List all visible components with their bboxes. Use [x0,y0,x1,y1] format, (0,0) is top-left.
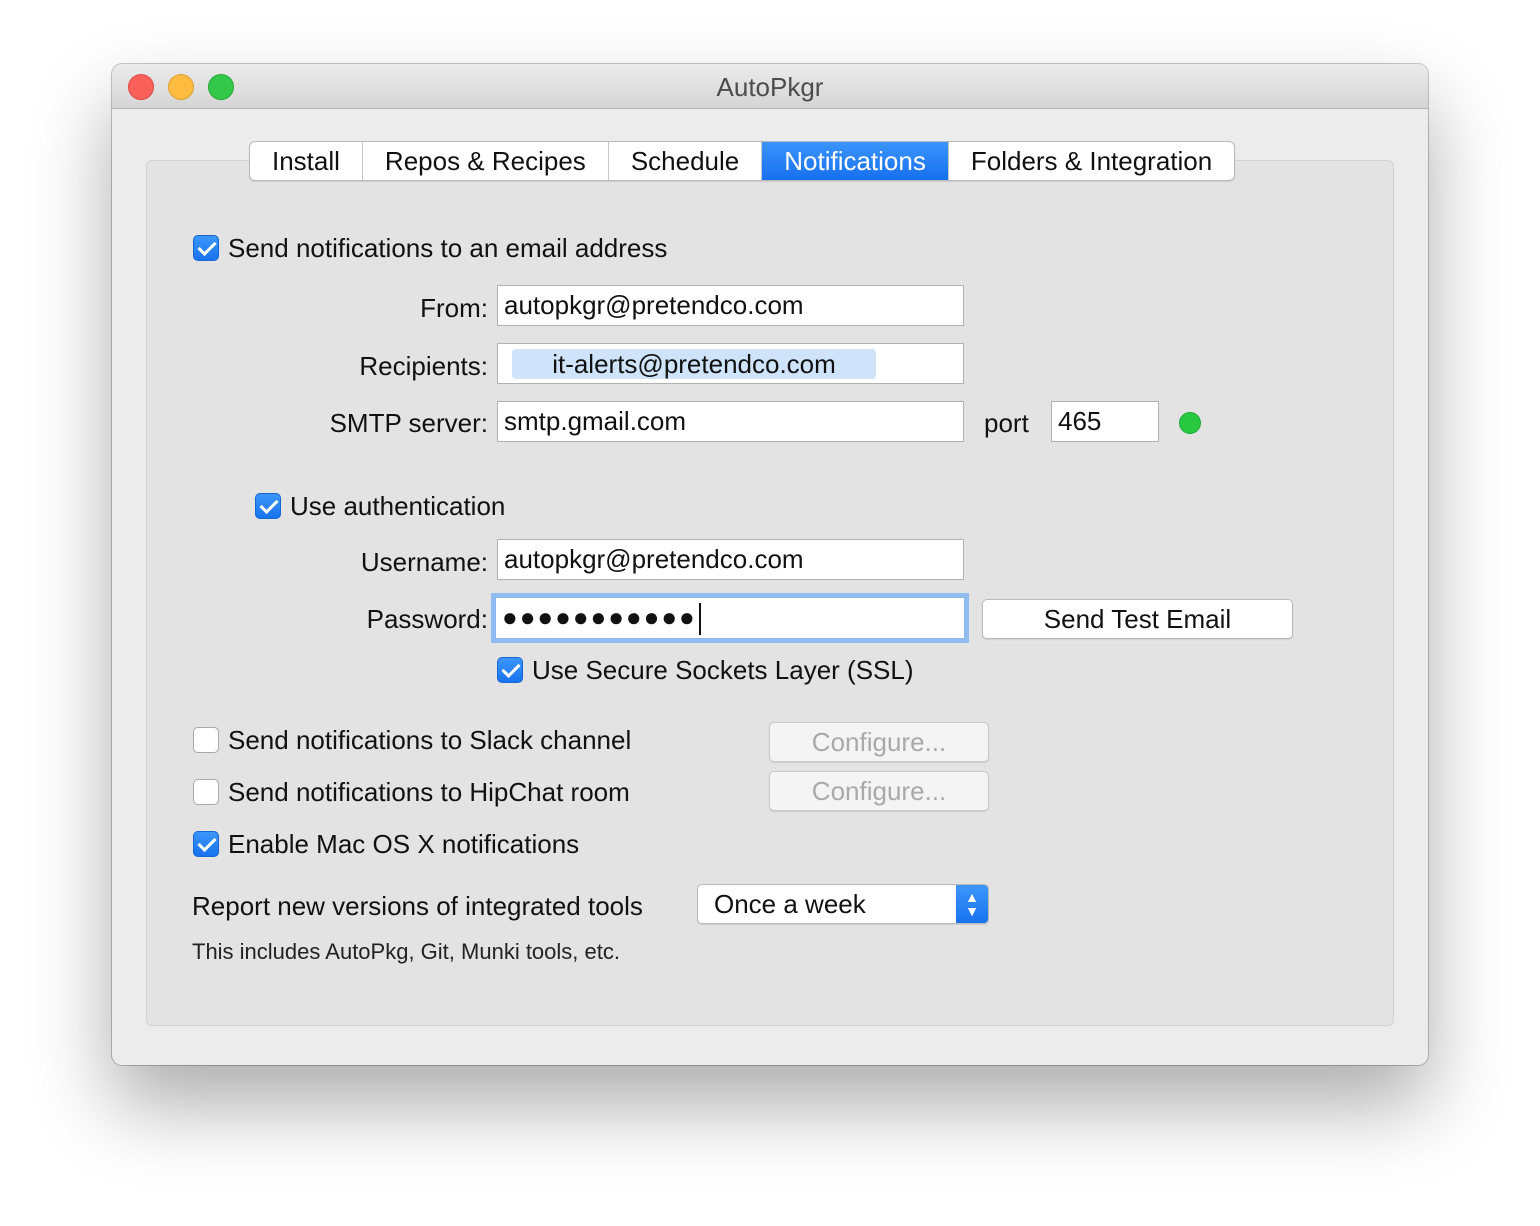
use-authentication-label: Use authentication [290,491,506,521]
password-label: Password: [366,604,488,634]
use-authentication-checkbox[interactable] [255,493,281,519]
from-label: From: [420,293,488,323]
report-versions-note: This includes AutoPkg, Git, Munki tools,… [192,939,620,964]
from-field[interactable]: autopkgr@pretendco.com [497,285,964,326]
port-field[interactable]: 465 [1051,401,1159,442]
macos-notifications-label: Enable Mac OS X notifications [228,829,580,859]
username-label: Username: [360,547,488,577]
app-window: AutoPkgr Install Repos & Recipes Schedul… [112,64,1428,1065]
email-notifications-label: Send notifications to an email address [228,233,668,263]
hipchat-configure-button[interactable]: Configure... [769,771,989,811]
smtp-server-field[interactable]: smtp.gmail.com [497,401,964,442]
smtp-status-indicator [1179,412,1201,434]
text-caret [698,603,701,636]
tab-schedule[interactable]: Schedule [609,142,763,180]
tab-install[interactable]: Install [250,142,363,180]
report-frequency-popup[interactable]: Once a week ▲ ▼ [697,884,989,924]
slack-configure-button[interactable]: Configure... [769,722,989,762]
report-frequency-value: Once a week [714,889,866,919]
tab-notifications[interactable]: Notifications [762,142,949,180]
tab-folders-integration[interactable]: Folders & Integration [949,142,1234,180]
ssl-label: Use Secure Sockets Layer (SSL) [532,655,914,685]
recipients-token-field[interactable]: it-alerts@pretendco.com [497,343,964,384]
email-notifications-checkbox[interactable] [193,235,219,261]
hipchat-notifications-checkbox[interactable] [193,779,219,805]
report-versions-label: Report new versions of integrated tools [192,891,643,921]
slack-notifications-label: Send notifications to Slack channel [228,725,632,755]
window-title: AutoPkgr [716,72,824,102]
slack-notifications-checkbox[interactable] [193,727,219,753]
password-field[interactable]: ●●●●●●●●●●● [495,597,965,639]
recipients-label: Recipients: [359,351,488,381]
recipient-token[interactable]: it-alerts@pretendco.com [512,349,876,379]
title-bar: AutoPkgr [112,64,1428,109]
hipchat-notifications-label: Send notifications to HipChat room [228,777,630,807]
smtp-server-label: SMTP server: [329,408,488,438]
send-test-email-button[interactable]: Send Test Email [982,599,1293,639]
tab-bar: Install Repos & Recipes Schedule Notific… [249,141,1236,181]
macos-notifications-checkbox[interactable] [193,831,219,857]
password-value: ●●●●●●●●●●● [502,602,697,632]
username-field[interactable]: autopkgr@pretendco.com [497,539,964,580]
popup-arrows-icon: ▲ ▼ [956,885,988,923]
tab-repos-recipes[interactable]: Repos & Recipes [363,142,609,180]
port-label: port [984,408,1029,438]
ssl-checkbox[interactable] [497,657,523,683]
